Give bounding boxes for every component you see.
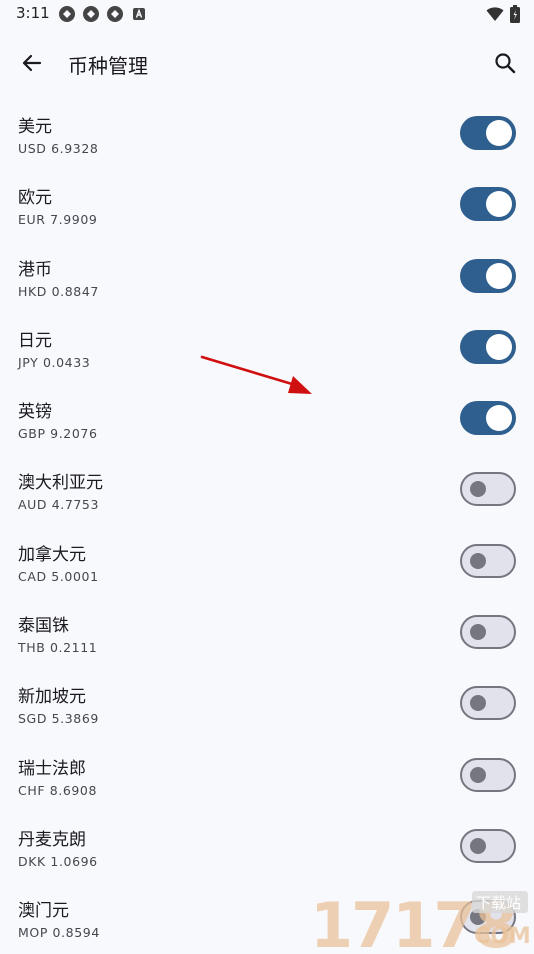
sync-notification-icon	[83, 6, 99, 22]
list-item: 澳大利亚元 AUD 4.7753	[0, 454, 534, 525]
toggle-knob	[470, 552, 486, 569]
currency-name: 澳门元	[18, 901, 69, 922]
list-item: 加拿大元 CAD 5.0001	[0, 526, 534, 597]
list-item: 泰国铢 THB 0.2111	[0, 597, 534, 668]
currency-name: 澳大利亚元	[18, 473, 103, 494]
currency-rate: CHF 8.6908	[18, 782, 98, 798]
page-title: 币种管理	[68, 54, 148, 78]
toggle-knob	[470, 624, 486, 641]
back-button[interactable]	[16, 48, 46, 78]
svg-text:下载站: 下载站	[476, 894, 521, 912]
toggle-knob	[486, 262, 512, 289]
currency-toggle[interactable]	[460, 686, 516, 721]
site-watermark-logo: 17178 下载站 COM	[310, 889, 530, 950]
currency-toggle[interactable]	[460, 329, 516, 364]
currency-rate: CAD 5.0001	[18, 568, 99, 584]
toggle-knob	[486, 333, 512, 360]
list-item: 美元 USD 6.9328	[0, 98, 534, 169]
list-item: 丹麦克朗 DKK 1.0696	[0, 811, 534, 882]
app-bar: 币种管理	[0, 28, 534, 96]
currency-rate: USD 6.9328	[18, 141, 99, 156]
toggle-knob	[470, 837, 486, 854]
list-item: 港币 HKD 0.8847	[0, 241, 534, 312]
toggle-knob	[486, 120, 512, 146]
currency-toggle[interactable]	[460, 258, 516, 293]
currency-toggle[interactable]	[460, 472, 516, 507]
currency-name: 丹麦克朗	[18, 829, 86, 850]
currency-name: 泰国铢	[18, 616, 69, 637]
currency-rate: HKD 0.8847	[18, 283, 99, 299]
wifi-icon	[486, 7, 504, 21]
currency-name: 英镑	[18, 402, 52, 423]
toggle-knob	[486, 191, 512, 218]
search-button[interactable]	[490, 48, 520, 78]
a-notification-icon	[133, 8, 145, 20]
status-time: 3:11	[16, 4, 50, 22]
currency-toggle[interactable]	[460, 757, 516, 792]
currency-rate: DKK 1.0696	[18, 853, 98, 869]
currency-rate: SGD 5.3869	[18, 711, 99, 727]
toggle-knob	[470, 766, 486, 783]
arrow-left-icon	[22, 54, 42, 72]
status-bar: 3:11	[0, 0, 534, 28]
toggle-knob	[486, 405, 512, 432]
list-item: 新加坡元 SGD 5.3869	[0, 668, 534, 739]
currency-rate: AUD 4.7753	[18, 497, 100, 513]
currency-name: 欧元	[18, 188, 52, 209]
currency-name: 新加坡元	[18, 687, 86, 708]
currency-toggle[interactable]	[460, 615, 516, 650]
list-item: 瑞士法郎 CHF 8.6908	[0, 740, 534, 811]
search-icon	[495, 53, 516, 74]
currency-toggle[interactable]	[460, 401, 516, 436]
toggle-knob	[470, 695, 486, 712]
currency-rate: JPY 0.0433	[18, 354, 91, 370]
toggle-knob	[470, 481, 486, 498]
currency-name: 日元	[18, 330, 52, 351]
currency-name: 美元	[18, 117, 52, 137]
currency-name: 加拿大元	[18, 544, 86, 565]
sync-notification-icon	[107, 6, 123, 22]
currency-toggle[interactable]	[460, 543, 516, 578]
currency-rate: GBP 9.2076	[18, 426, 98, 442]
list-item: 欧元 EUR 7.9909	[0, 169, 534, 240]
currency-name: 瑞士法郎	[18, 758, 86, 779]
battery-icon	[510, 5, 520, 23]
svg-text:COM: COM	[474, 924, 530, 949]
system-status-icons	[486, 5, 520, 23]
notification-icons	[58, 5, 148, 23]
sync-notification-icon	[59, 6, 75, 22]
currency-rate: EUR 7.9909	[18, 212, 98, 228]
currency-toggle[interactable]	[460, 187, 516, 222]
currency-toggle[interactable]	[460, 116, 516, 150]
currency-toggle[interactable]	[460, 828, 516, 863]
currency-name: 港币	[18, 259, 52, 280]
currency-list: 美元 USD 6.9328 欧元 EUR 7.9909 港币 HKD 0.884…	[0, 98, 534, 954]
currency-rate: THB 0.2111	[18, 640, 98, 656]
currency-rate: MOP 0.8594	[18, 925, 100, 941]
annotation-arrow	[200, 355, 312, 394]
